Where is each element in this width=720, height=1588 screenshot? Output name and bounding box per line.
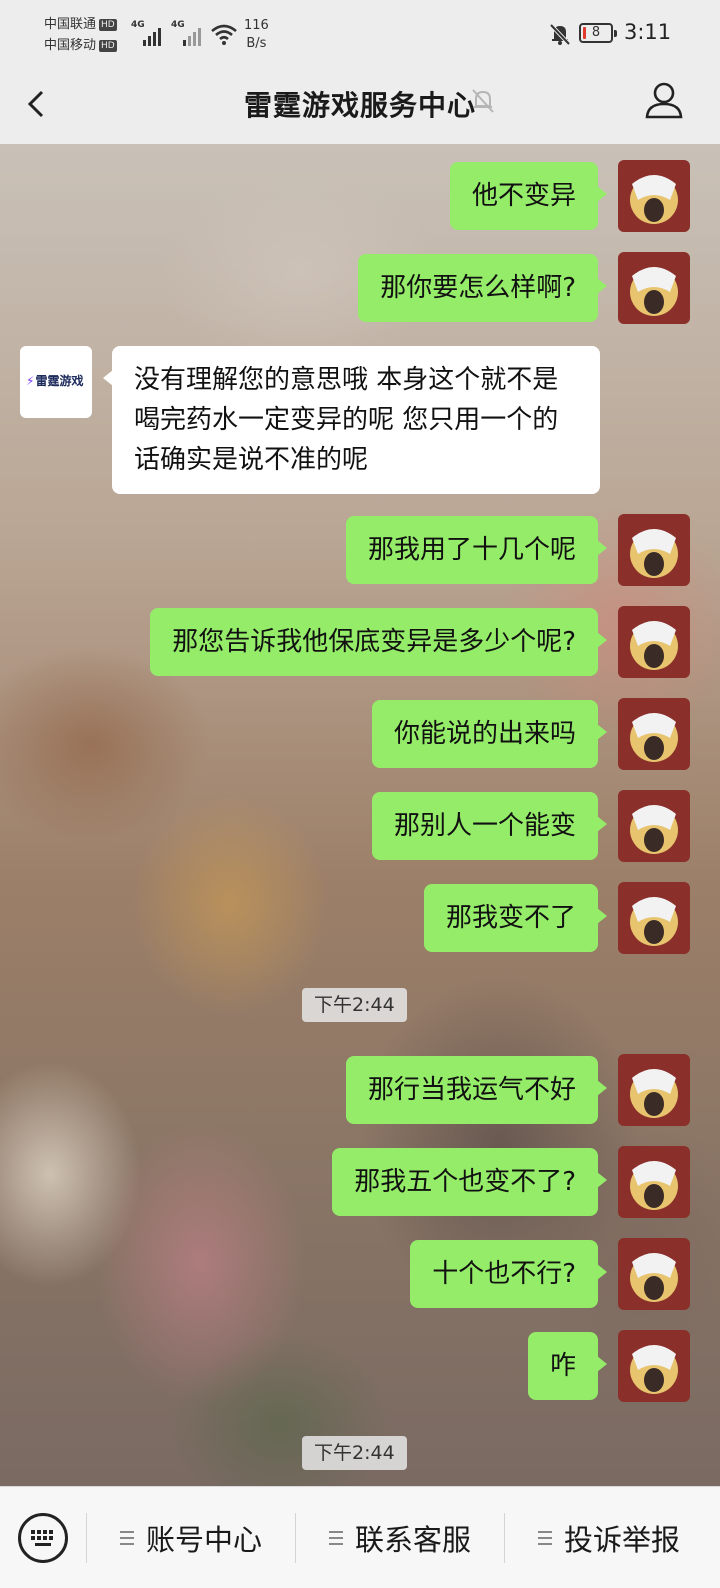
hd-badge: HD: [99, 40, 117, 52]
service-avatar[interactable]: ⚡雷霆游戏: [20, 346, 92, 418]
carrier-2: 中国移动: [44, 38, 97, 53]
signal-icon: 4G: [171, 20, 203, 46]
battery-icon: 8: [579, 23, 617, 43]
user-avatar[interactable]: [618, 160, 690, 232]
keyboard-icon[interactable]: [18, 1513, 68, 1563]
user-avatar[interactable]: [618, 698, 690, 770]
menu-icon: [119, 1531, 134, 1545]
my-message-bubble[interactable]: 那你要怎么样啊?: [358, 254, 607, 322]
carrier-info: 中国联通 HD 中国移动 HD: [44, 14, 117, 56]
status-bar: 中国联通 HD 中国移动 HD 4G 4G 116 B/s 8 3:11: [0, 0, 720, 70]
menu-label: 联系客服: [354, 1523, 471, 1557]
battery-level: 8: [591, 25, 601, 40]
my-message-bubble[interactable]: 那我五个也变不了?: [332, 1148, 607, 1216]
user-avatar[interactable]: [618, 1054, 690, 1126]
message-timestamp: 下午2:44: [302, 988, 407, 1022]
my-message-bubble[interactable]: 那我变不了: [423, 884, 608, 952]
user-avatar[interactable]: [618, 790, 690, 862]
user-avatar[interactable]: [618, 514, 690, 586]
my-message-bubble[interactable]: 那行当我运气不好: [345, 1056, 608, 1124]
chat-header: 雷霆游戏服务中心: [0, 70, 720, 144]
user-avatar[interactable]: [618, 882, 690, 954]
my-message-bubble[interactable]: 那您告诉我他保底变异是多少个呢?: [150, 608, 607, 676]
bottom-menu-bar: 账号中心 联系客服 投诉举报: [0, 1486, 720, 1588]
user-avatar[interactable]: [618, 252, 690, 324]
service-message-bubble[interactable]: 没有理解您的意思哦 本身这个就不是喝完药水一定变异的呢 您只用一个的话确实是说不…: [103, 346, 600, 494]
my-message-bubble[interactable]: 十个也不行?: [410, 1240, 607, 1308]
menu-icon: [537, 1531, 552, 1545]
clock: 3:11: [624, 20, 672, 44]
menu-complaint-report[interactable]: 投诉举报: [505, 1487, 713, 1588]
mute-bell-icon: [472, 89, 494, 113]
profile-icon[interactable]: [644, 80, 684, 120]
network-speed: 116 B/s: [244, 18, 269, 51]
hd-badge: HD: [99, 19, 117, 31]
message-timestamp: 下午2:44: [302, 1436, 407, 1470]
menu-icon: [328, 1531, 343, 1545]
my-message-bubble[interactable]: 咋: [527, 1332, 608, 1400]
wifi-icon: [211, 24, 237, 45]
mute-bell-icon: [549, 23, 571, 46]
my-message-bubble[interactable]: 你能说的出来吗: [371, 700, 608, 768]
menu-contact-service[interactable]: 联系客服: [296, 1487, 504, 1588]
menu-label: 账号中心: [145, 1523, 262, 1557]
my-message-bubble[interactable]: 他不变异: [449, 162, 608, 230]
user-avatar[interactable]: [618, 1330, 690, 1402]
my-message-bubble[interactable]: 那我用了十几个呢: [345, 516, 608, 584]
menu-label: 投诉举报: [563, 1523, 680, 1557]
chat-area[interactable]: 他不变异 那你要怎么样啊? ⚡雷霆游戏 没有理解您的意思哦 本身这个就不是喝完药…: [0, 144, 720, 1486]
page-title: 雷霆游戏服务中心: [243, 89, 476, 122]
menu-account-center[interactable]: 账号中心: [87, 1487, 295, 1588]
my-message-bubble[interactable]: 那别人一个能变: [371, 792, 608, 860]
user-avatar[interactable]: [618, 1238, 690, 1310]
service-logo: ⚡雷霆游戏: [26, 374, 84, 388]
user-avatar[interactable]: [618, 606, 690, 678]
signal-icon: 4G: [131, 20, 163, 46]
user-avatar[interactable]: [618, 1146, 690, 1218]
carrier-1: 中国联通: [44, 17, 97, 32]
